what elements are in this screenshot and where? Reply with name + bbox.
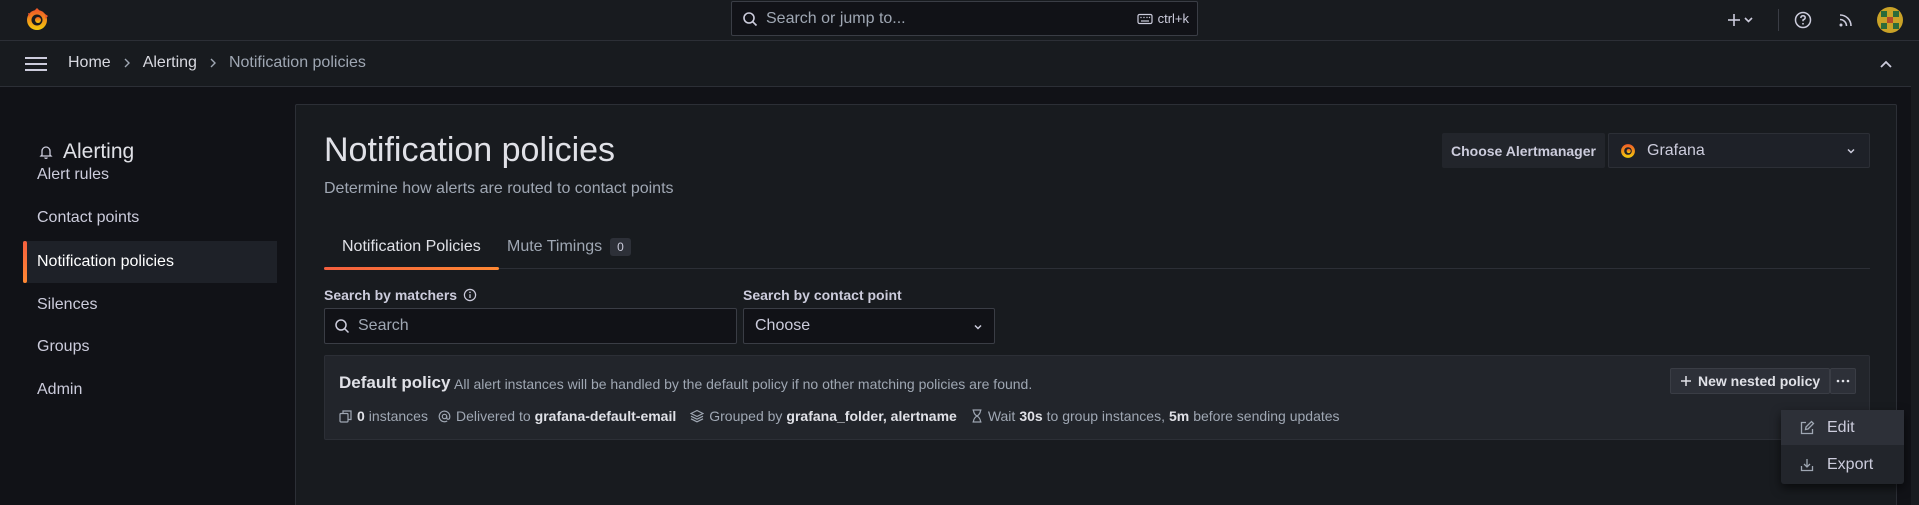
matchers-search-input[interactable]: Search [324,308,737,344]
more-actions-button[interactable] [1830,368,1856,394]
plus-icon [1728,14,1740,26]
matchers-label-text: Search by matchers [324,287,458,303]
shortcut-label: ctrl+k [1157,11,1189,26]
chevron-right-icon [124,58,130,68]
policy-actions-menu: Edit Export [1781,410,1904,484]
top-bar: Search or jump to... ctrl+k [0,0,1919,41]
menu-item-export[interactable]: Export [1781,447,1904,482]
contact-point-name[interactable]: grafana-default-email [535,408,677,424]
breadcrumb-home[interactable]: Home [68,54,111,72]
chevron-down-icon [974,324,982,330]
group-interval-value: 5m [1168,408,1190,424]
timing-info[interactable]: Wait 30s to group instances, 5m before s… [971,408,1340,424]
contact-point-label: Search by contact point [743,287,902,303]
policy-name: Default policy [339,373,451,392]
new-nested-policy-label: New nested policy [1698,373,1821,389]
tab-label: Mute Timings [507,238,603,255]
instances-count: 0 [357,408,365,424]
tab-bar: Notification Policies Mute Timings 0 [324,225,1870,270]
matchers-label: Search by matchers [324,287,477,303]
page-subtitle: Determine how alerts are routed to conta… [324,180,674,197]
tab-notification-policies[interactable]: Notification Policies [324,225,499,270]
at-icon [438,410,451,422]
policy-description: All alert instances will be handled by t… [454,376,1033,392]
search-icon [335,319,350,334]
search-icon [742,11,758,27]
new-menu-button[interactable] [1725,10,1759,30]
sidebar-item-admin[interactable]: Admin [23,369,277,411]
contact-point-select[interactable]: Choose [743,308,995,344]
edit-icon [1800,420,1815,434]
group-wait-value: 30s [1019,408,1043,424]
active-tab-indicator [324,267,499,270]
section-nav: Alerting Alert rules Contact points Noti… [0,87,290,505]
sidebar-item-notification-policies[interactable]: Notification policies [23,241,277,283]
menu-toggle-icon[interactable] [24,54,48,74]
tab-mute-timings[interactable]: Mute Timings 0 [491,225,647,269]
chevron-up-icon[interactable] [1878,56,1894,72]
grafana-logo-icon [1619,142,1637,160]
download-icon [1800,458,1814,471]
scrollbar-track[interactable] [1911,41,1919,505]
breadcrumb: Home Alerting Notification policies [68,54,366,72]
keyboard-icon [1136,13,1153,24]
sidebar-item-contact-points[interactable]: Contact points [23,197,277,239]
ellipsis-icon [1836,379,1850,383]
menu-item-edit[interactable]: Edit [1781,410,1904,445]
matchers-placeholder: Search [358,317,409,334]
breadcrumb-current: Notification policies [228,54,366,71]
grouping-info: Grouped by grafana_folder, alertname [690,408,961,424]
search-bar[interactable]: Search or jump to... ctrl+k [731,1,1198,36]
group-interval-suffix: before sending updates [1193,408,1340,424]
help-icon[interactable] [1793,10,1813,30]
chevron-right-icon [210,58,216,68]
tab-label: Notification Policies [342,238,481,255]
alertmanager-label: Choose Alertmanager [1442,133,1605,168]
avatar[interactable] [1877,7,1903,33]
sidebar-item-silences[interactable]: Silences [23,284,277,326]
topbar-divider [1778,9,1779,31]
alertmanager-value: Grafana [1647,141,1705,159]
menu-item-label: Export [1827,455,1874,473]
alertmanager-select[interactable]: Grafana [1608,133,1870,168]
info-icon[interactable] [463,288,477,302]
tab-count-badge: 0 [610,238,631,256]
hourglass-icon [972,409,982,423]
search-shortcut: ctrl+k [1136,11,1189,26]
chevron-down-icon [1744,17,1753,23]
wait-label: Wait [987,408,1016,424]
instances-icon [339,409,352,423]
main-panel: Notification policies Determine how aler… [295,104,1897,505]
chevron-down-icon [1847,148,1855,154]
default-policy-card: Default policy All alert instances will … [324,355,1870,440]
plus-icon [1681,376,1691,386]
group-by-labels: grafana_folder, alertname [786,408,957,424]
contact-point-value: Choose [755,317,811,334]
delivery-info: Delivered to grafana-default-email [438,408,680,424]
sidebar-item-alert-rules[interactable]: Alert rules [23,154,277,196]
menu-item-label: Edit [1827,418,1855,436]
breadcrumb-bar: Home Alerting Notification policies [0,41,1919,87]
instances-info[interactable]: 0 instances [339,408,428,424]
layers-icon [690,409,705,423]
grouped-label: Grouped by [709,408,783,424]
breadcrumb-alerting[interactable]: Alerting [143,54,197,72]
search-placeholder: Search or jump to... [766,9,906,27]
grafana-logo-icon[interactable] [24,7,50,33]
delivered-label: Delivered to [455,408,531,424]
rss-icon[interactable] [1836,10,1856,30]
page-title: Notification policies [324,131,616,169]
new-nested-policy-button[interactable]: New nested policy [1670,368,1831,394]
sidebar-item-groups[interactable]: Groups [23,326,277,368]
policy-metadata: 0 instances Delivered to grafana-default… [339,408,1350,424]
group-wait-suffix: to group instances, [1046,408,1165,424]
instances-label: instances [368,408,428,424]
